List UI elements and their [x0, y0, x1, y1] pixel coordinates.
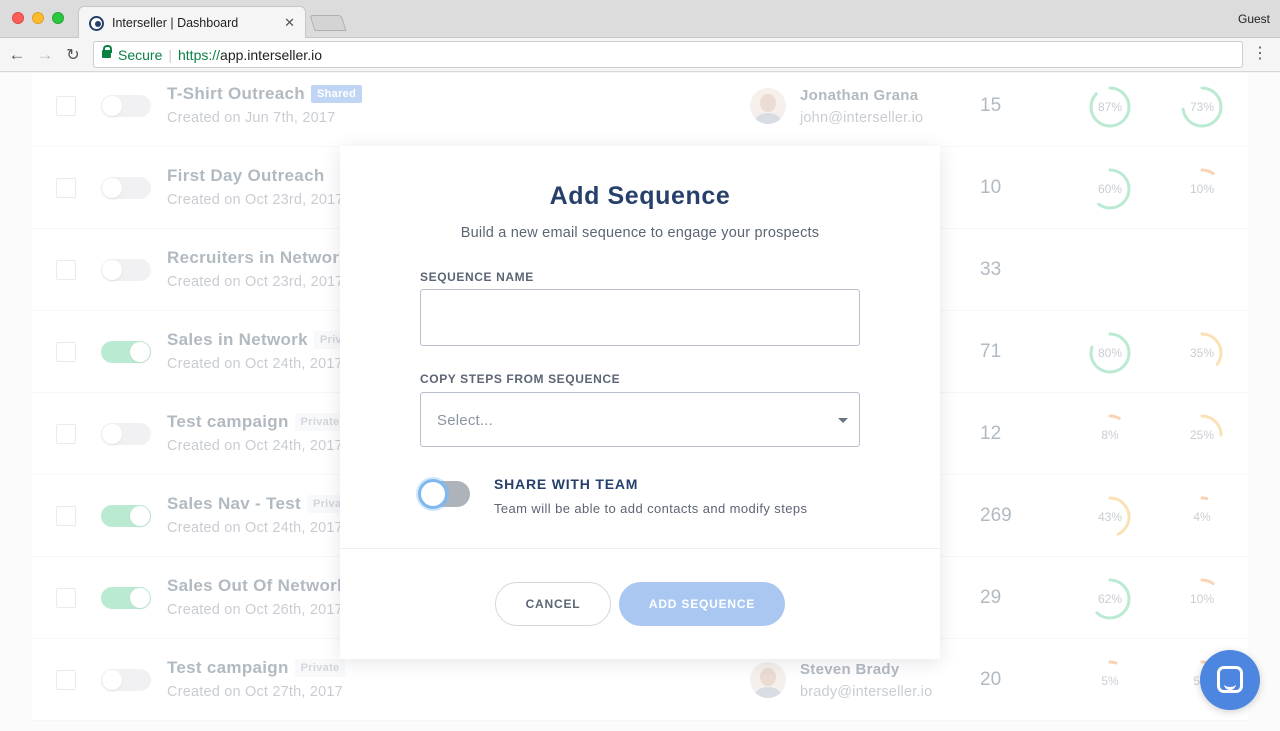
share-with-team-description: Team will be able to add contacts and mo… — [494, 501, 808, 516]
minimize-window-button[interactable] — [32, 12, 44, 24]
add-sequence-modal: Add Sequence Build a new email sequence … — [340, 146, 940, 659]
cancel-button[interactable]: CANCEL — [495, 582, 611, 626]
dashboard-content: T-Shirt OutreachSharedCreated on Jun 7th… — [0, 73, 1280, 731]
share-with-team-title: SHARE WITH TEAM — [494, 476, 639, 492]
copy-steps-placeholder: Select... — [437, 412, 493, 429]
profile-label[interactable]: Guest — [1238, 12, 1270, 26]
modal-divider — [340, 548, 940, 549]
address-bar[interactable]: Secure | https:// app.interseller.io — [93, 41, 1243, 68]
close-window-button[interactable] — [12, 12, 24, 24]
chat-icon — [1217, 666, 1243, 693]
modal-subtitle: Build a new email sequence to engage you… — [460, 225, 820, 241]
chevron-down-icon — [838, 418, 848, 423]
back-arrow-icon[interactable]: ← — [6, 44, 28, 66]
secure-label: Secure — [118, 46, 163, 63]
new-tab-button[interactable] — [309, 15, 347, 31]
maximize-window-button[interactable] — [52, 12, 64, 24]
add-sequence-button[interactable]: ADD SEQUENCE — [619, 582, 785, 626]
copy-steps-label: COPY STEPS FROM SEQUENCE — [420, 372, 621, 386]
window-controls — [12, 12, 64, 24]
share-with-team-toggle[interactable] — [418, 479, 470, 509]
browser-tab[interactable]: Interseller | Dashboard ✕ — [78, 6, 306, 39]
browser-menu-icon[interactable]: ⋮ — [1252, 46, 1268, 62]
reload-icon[interactable]: ↻ — [62, 44, 84, 66]
lock-icon — [102, 45, 112, 61]
modal-title: Add Sequence — [549, 182, 731, 210]
browser-toolbar: ← → ↻ Secure | https:// app.interseller.… — [0, 38, 1280, 72]
browser-tab-bar: Interseller | Dashboard ✕ Guest — [0, 0, 1280, 39]
sequence-name-input[interactable] — [420, 289, 860, 346]
chat-launcher-button[interactable] — [1200, 650, 1260, 710]
tab-title: Interseller | Dashboard — [112, 16, 239, 30]
toggle-knob — [418, 479, 448, 509]
address-separator: | — [168, 46, 172, 63]
url-scheme: https:// — [178, 46, 221, 63]
url-host: app.interseller.io — [220, 46, 322, 63]
tab-close-icon[interactable]: ✕ — [284, 15, 295, 31]
forward-arrow-icon[interactable]: → — [34, 44, 56, 66]
sequence-name-label: SEQUENCE NAME — [420, 270, 534, 284]
interseller-favicon-icon — [89, 15, 104, 31]
copy-steps-select[interactable]: Select... — [420, 392, 860, 447]
